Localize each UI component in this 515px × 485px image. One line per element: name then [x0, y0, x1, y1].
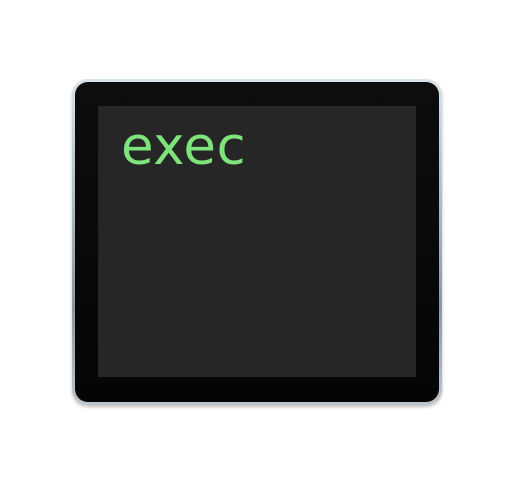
terminal-icon[interactable]: exec — [72, 79, 442, 405]
terminal-screen: exec — [98, 106, 416, 377]
terminal-exec-text: exec — [121, 116, 247, 177]
terminal-bezel: exec — [75, 82, 439, 402]
canvas: exec — [0, 0, 515, 485]
